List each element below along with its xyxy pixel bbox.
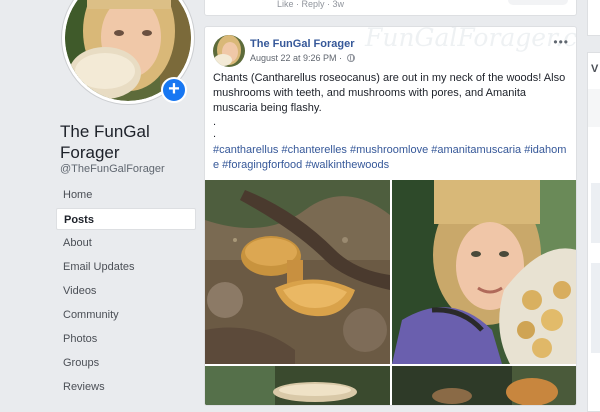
nav-item-reviews[interactable]: Reviews <box>56 376 196 398</box>
post-photo[interactable] <box>392 366 576 405</box>
page-handle[interactable]: @TheFunGalForager <box>60 163 165 175</box>
nav-item-photos[interactable]: Photos <box>56 328 196 350</box>
post-photo[interactable] <box>205 366 390 405</box>
right-column-block <box>591 183 600 243</box>
nav-item-email-updates[interactable]: Email Updates <box>56 256 196 278</box>
post-timestamp[interactable]: August 22 at 9:26 PM · <box>250 53 355 63</box>
nav-item-groups[interactable]: Groups <box>56 352 196 374</box>
post-author-name[interactable]: The FunGal Forager <box>250 38 355 50</box>
globe-icon <box>346 54 355 62</box>
page-nav: Home Posts About Email Updates Videos Co… <box>56 184 196 400</box>
right-column: V <box>587 52 600 412</box>
post-spacer-dots: . . <box>213 116 217 140</box>
nav-item-home[interactable]: Home <box>56 184 196 206</box>
nav-item-community[interactable]: Community <box>56 304 196 326</box>
nav-item-videos[interactable]: Videos <box>56 280 196 302</box>
watermark: FunGalForager.com <box>365 26 577 52</box>
more-options-icon[interactable]: ••• <box>553 35 569 49</box>
page-sidebar: + The FunGal Forager @TheFunGalForager H… <box>0 0 200 400</box>
right-column-block <box>588 89 600 127</box>
comment-actions[interactable]: Like · Reply · 3w <box>277 0 344 9</box>
add-photo-button[interactable]: + <box>161 77 187 103</box>
right-column-block <box>591 263 600 353</box>
post-photo[interactable] <box>392 180 576 364</box>
nav-item-posts[interactable]: Posts <box>56 208 196 230</box>
post-card: FunGalForager.com The FunGal Forager Aug… <box>204 26 577 406</box>
post-timestamp-text[interactable]: August 22 at 9:26 PM · <box>250 53 345 63</box>
right-column-header: V <box>591 63 599 75</box>
page-title: The FunGal Forager <box>60 122 150 162</box>
right-column-top <box>587 0 600 36</box>
post-author-avatar[interactable] <box>213 35 245 67</box>
comment-input[interactable] <box>508 0 568 5</box>
post-body: Chants (Cantharellus roseocanus) are out… <box>213 72 566 114</box>
nav-item-about[interactable]: About <box>56 232 196 254</box>
post-photo[interactable] <box>205 180 390 364</box>
previous-post-card: Like · Reply · 3w <box>204 0 577 16</box>
post-hashtags[interactable]: #cantharellus #chanterelles #mushroomlov… <box>213 143 571 173</box>
